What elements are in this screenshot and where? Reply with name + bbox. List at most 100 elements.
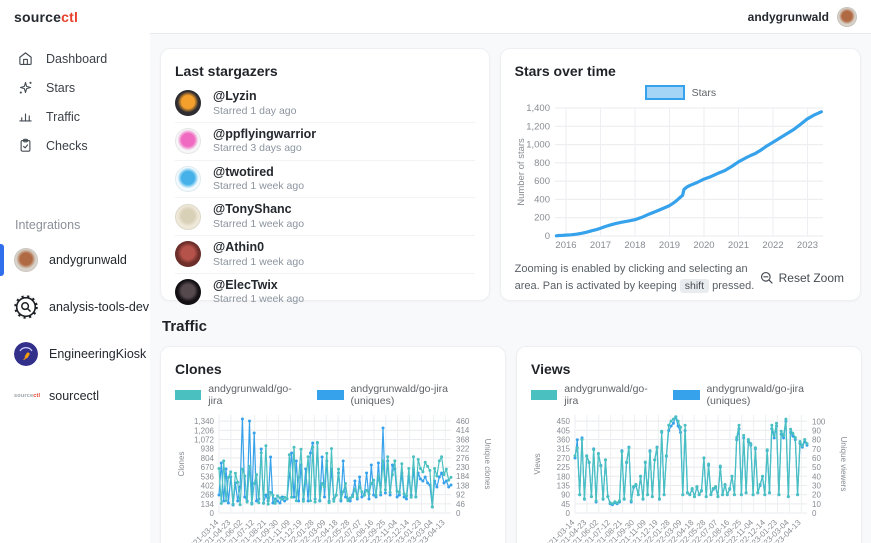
stargazer-handle: @ppflyingwarrior <box>213 126 317 141</box>
user-avatar <box>837 6 857 27</box>
svg-text:368: 368 <box>456 435 470 444</box>
integration-andygrunwald[interactable]: andygrunwald <box>0 242 150 278</box>
integration-engineeringkiosk[interactable]: EngineeringKiosk <box>0 336 150 372</box>
header-user-menu[interactable]: andygrunwald <box>748 6 857 27</box>
stargazer-avatar <box>175 241 201 268</box>
logo[interactable]: sourcectl <box>14 9 78 25</box>
stars-chart-title: Stars over time <box>514 63 616 79</box>
svg-text:Unique viewers: Unique viewers <box>839 437 847 492</box>
svg-text:92: 92 <box>456 491 465 500</box>
stars-chart-legend: Stars <box>515 85 846 100</box>
clones-line-chart[interactable]: 01342684025366708049381,0721,2061,340046… <box>175 409 492 543</box>
svg-text:804: 804 <box>201 454 215 463</box>
legend-label: andygrunwald/go-jira <box>208 383 292 407</box>
app: sourcectl andygrunwald Dashboard Stars T… <box>0 0 871 543</box>
stars-line-chart[interactable]: 0 200 400 600 800 1,000 1,200 1,400 2016 2017 2018… <box>515 102 831 252</box>
svg-text:20: 20 <box>812 491 821 500</box>
sidebar-item-checks[interactable]: Checks <box>0 131 150 160</box>
shift-key-badge: shift <box>679 279 710 294</box>
stargazer-starred-at: Starred 1 week ago <box>213 293 305 306</box>
svg-text:2023: 2023 <box>797 240 818 251</box>
svg-text:2021: 2021 <box>728 240 749 251</box>
svg-text:460: 460 <box>456 417 470 426</box>
svg-text:270: 270 <box>557 454 571 463</box>
stargazer-avatar <box>175 128 201 155</box>
stargazer-row[interactable]: @Lyzin Starred 1 day ago <box>175 85 475 122</box>
svg-text:225: 225 <box>557 463 571 472</box>
header: sourcectl andygrunwald <box>0 0 871 33</box>
clones-card: Clones andygrunwald/go-jira andygrunwald… <box>160 346 506 543</box>
svg-text:50: 50 <box>812 463 821 472</box>
main-content: Last stargazers @Lyzin Starred 1 day ago… <box>150 33 871 543</box>
stargazer-row[interactable]: @twotired Starred 1 week ago <box>175 159 475 198</box>
legend-swatch-views <box>531 390 558 400</box>
integration-label: analysis-tools-dev <box>49 300 150 314</box>
svg-text:90: 90 <box>561 491 570 500</box>
integration-avatar <box>14 248 38 272</box>
svg-text:405: 405 <box>557 426 571 435</box>
stargazer-avatar <box>175 90 201 117</box>
svg-text:1,206: 1,206 <box>194 426 215 435</box>
stargazer-avatar <box>175 165 201 192</box>
stargazer-handle: @ElecTwix <box>213 277 278 292</box>
svg-text:70: 70 <box>812 445 821 454</box>
stargazers-card: Last stargazers @Lyzin Starred 1 day ago… <box>160 48 490 305</box>
stargazers-list: @Lyzin Starred 1 day ago @ppflyingwarrio… <box>175 85 475 311</box>
svg-text:60: 60 <box>812 454 821 463</box>
svg-text:1,400: 1,400 <box>526 103 550 114</box>
legend-label: andygrunwald/go-jira (uniques) <box>706 383 805 407</box>
svg-text:Clones: Clones <box>177 452 186 477</box>
reset-zoom-button[interactable]: Reset Zoom <box>760 271 844 285</box>
sidebar-item-stars[interactable]: Stars <box>0 73 150 102</box>
stargazer-handle: @TonyShanc <box>213 202 292 217</box>
views-card: Views andygrunwald/go-jira andygrunwald/… <box>516 346 862 543</box>
sidebar-item-dashboard[interactable]: Dashboard <box>0 44 150 73</box>
svg-text:315: 315 <box>557 445 571 454</box>
svg-text:400: 400 <box>534 194 550 205</box>
svg-text:2019: 2019 <box>659 240 680 251</box>
views-line-chart[interactable]: 0459013518022527031536040545001020304050… <box>531 409 848 543</box>
stargazer-row[interactable]: @Athin0 Starred 1 week ago <box>175 235 475 273</box>
selected-indicator <box>0 244 4 276</box>
integration-label: EngineeringKiosk <box>49 347 147 361</box>
svg-text:0: 0 <box>456 509 461 518</box>
svg-text:Unique clones: Unique clones <box>483 439 491 490</box>
traffic-section-title: Traffic <box>162 318 208 335</box>
bar-chart-icon <box>19 113 32 122</box>
stargazer-row[interactable]: @ElecTwix Starred 1 week ago <box>175 272 475 311</box>
svg-text:184: 184 <box>456 472 470 481</box>
svg-text:800: 800 <box>534 158 550 169</box>
integration-analysis-tools-dev[interactable]: analysis-tools-dev <box>0 289 150 325</box>
stargazer-starred-at: Starred 1 week ago <box>213 217 305 230</box>
svg-text:268: 268 <box>201 491 215 500</box>
svg-text:Views: Views <box>533 453 542 474</box>
sidebar-item-label: Checks <box>46 138 88 153</box>
svg-text:1,200: 1,200 <box>526 121 550 132</box>
svg-text:536: 536 <box>201 472 215 481</box>
logo-suffix: ctl <box>61 8 79 25</box>
integration-sourcectl[interactable]: sourcectl sourcectl <box>0 383 150 409</box>
svg-text:0: 0 <box>544 231 549 242</box>
sidebar-item-traffic[interactable]: Traffic <box>0 102 150 131</box>
svg-text:2020: 2020 <box>693 240 714 251</box>
legend-swatch-clones-uniques <box>317 390 344 400</box>
svg-text:2017: 2017 <box>590 240 611 251</box>
svg-text:200: 200 <box>534 213 550 224</box>
stargazer-starred-at: Starred 1 day ago <box>213 104 297 117</box>
stargazer-handle: @Athin0 <box>213 240 265 254</box>
svg-text:2022: 2022 <box>762 240 783 251</box>
stargazer-avatar <box>175 203 201 230</box>
svg-text:322: 322 <box>456 445 470 454</box>
stargazer-row[interactable]: @ppflyingwarrior Starred 3 days ago <box>175 121 475 160</box>
svg-text:180: 180 <box>557 472 571 481</box>
svg-text:670: 670 <box>201 463 215 472</box>
svg-text:40: 40 <box>812 472 821 481</box>
svg-text:90: 90 <box>812 427 821 436</box>
svg-text:80: 80 <box>812 436 821 445</box>
stargazer-row[interactable]: @TonyShanc Starred 1 week ago <box>175 197 475 235</box>
svg-text:414: 414 <box>456 426 470 435</box>
svg-text:135: 135 <box>557 481 571 490</box>
svg-text:450: 450 <box>557 417 571 426</box>
stargazer-starred-at: Starred 3 days ago <box>213 142 302 155</box>
integration-avatar-sourcectl-wordmark: sourcectl <box>14 393 41 399</box>
